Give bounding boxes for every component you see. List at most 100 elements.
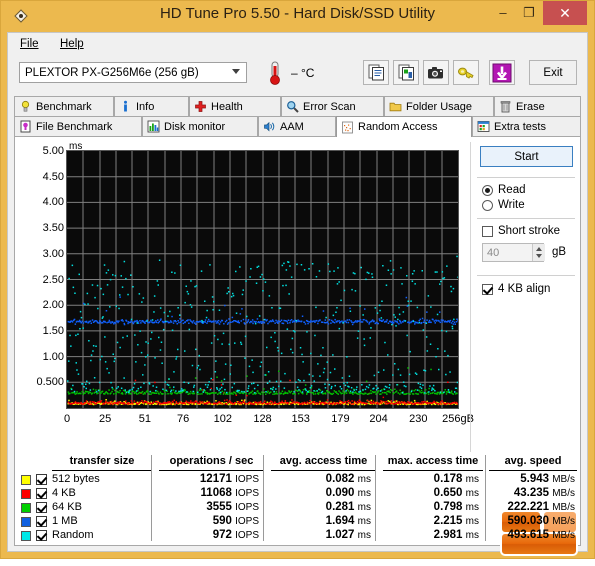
tab-row-1: Benchmark Info [14,96,581,116]
transfer-size-label: 4 KB [52,487,76,499]
series-color-swatch [21,503,31,513]
row-checkbox[interactable] [36,530,47,541]
lightbulb-icon [19,100,32,113]
x-axis-tick: 179 [331,413,349,425]
tab-random-access[interactable]: Random Access [336,116,472,137]
radio-write[interactable]: Write [482,199,525,211]
tab-health[interactable]: Health [189,96,281,116]
radio-read[interactable]: Read [482,184,526,196]
table-row[interactable]: 4 KB11068 IOPS0.090 ms0.650 ms43.235 MB/… [19,487,577,501]
x-axis-tick: 51 [139,413,151,425]
magnifier-icon [286,100,299,113]
minimize-button[interactable]: – [491,0,515,25]
scatter-plot-svg [67,151,458,408]
client-area: File Help PLEXTOR PX-G256M6e (256 gB) – … [7,32,588,552]
table-row[interactable]: 512 bytes12171 IOPS0.082 ms0.178 ms5.943… [19,473,577,487]
checkbox-short-stroke-icon [482,226,493,237]
menu-bar: File Help [8,33,587,56]
tab-info[interactable]: Info [114,96,189,116]
table-row[interactable]: Random972 IOPS1.027 ms2.981 ms493.615 MB… [19,529,577,543]
column-separator [375,455,376,541]
y-axis-labels: 5.004.504.003.503.002.502.001.501.000.50… [19,141,64,452]
row-checkbox[interactable] [36,474,47,485]
x-axis-tick: 0 [64,413,70,425]
short-stroke-stepper[interactable]: 40 [482,243,544,262]
tab-benchmark-label: Benchmark [36,101,92,113]
row-checkbox[interactable] [36,502,47,513]
chevron-down-icon [232,69,240,74]
table-row[interactable]: 64 KB3555 IOPS0.281 ms0.798 ms222.221 MB… [19,501,577,515]
close-button[interactable]: ✕ [543,0,587,25]
folder-key-icon[interactable] [453,60,479,85]
checkbox-4kb-align[interactable]: 4 KB align [482,283,550,295]
short-stroke-unit: gB [552,246,566,258]
download-icon[interactable] [489,60,515,85]
tab-extra-tests-label: Extra tests [494,121,546,133]
y-axis-tick: 1.00 [24,351,64,363]
max-access-time-value: 0.178 ms [383,473,479,485]
copy-icon[interactable] [363,60,389,85]
tab-erase[interactable]: Erase [494,96,581,116]
start-button[interactable]: Start [480,146,573,167]
y-axis-tick: 4.50 [24,171,64,183]
x-axis-labels: 0255176102128153179204230256gB [19,413,467,431]
camera-icon[interactable] [423,60,449,85]
row-checkbox[interactable] [36,488,47,499]
series-color-swatch [21,517,31,527]
column-separator [263,455,264,541]
minimize-icon: – [499,6,506,19]
tab-disk-monitor[interactable]: Disk monitor [142,116,258,136]
avg-access-time-value: 1.694 ms [271,515,371,527]
speaker-icon [263,120,276,133]
close-icon: ✕ [559,6,571,20]
avg-speed-value: 222.221 MB/s [487,501,575,513]
thermometer-icon [263,59,287,87]
radio-write-label: Write [498,199,525,211]
stepper-arrows-icon[interactable] [532,244,545,261]
tab-file-benchmark-label: File Benchmark [36,121,112,133]
tab-file-benchmark[interactable]: File Benchmark [14,116,142,136]
tab-aam[interactable]: AAM [258,116,336,136]
table-row[interactable]: 1 MB590 IOPS1.694 ms2.215 ms590.030 MB/s [19,515,577,529]
table-header-cell: max. access time [383,455,483,471]
start-button-label: Start [514,151,538,163]
checkbox-short-stroke[interactable]: Short stroke [482,225,560,237]
y-axis-tick: 2.50 [24,274,64,286]
x-axis-tick: 128 [253,413,271,425]
test-options-panel: Start Read Write Short stroke 40 [475,143,577,303]
y-axis-tick: 3.50 [24,222,64,234]
checkbox-4kb-align-label: 4 KB align [498,283,550,295]
x-axis-tick: 230 [409,413,427,425]
tab-benchmark[interactable]: Benchmark [14,96,114,116]
copy-image-icon[interactable] [393,60,419,85]
avg-access-time-value: 0.090 ms [271,487,371,499]
y-axis-tick: 5.00 [24,145,64,157]
avg-speed-value: 493.615 MB/s [487,529,575,541]
tab-error-scan-label: Error Scan [303,101,356,113]
tab-error-scan[interactable]: Error Scan [281,96,384,116]
tab-extra-tests[interactable]: Extra tests [472,116,581,136]
plot-area [66,150,459,409]
tab-disk-monitor-label: Disk monitor [164,121,225,133]
avg-access-time-value: 1.027 ms [271,529,371,541]
file-benchmark-icon [19,120,32,133]
tab-info-label: Info [136,101,154,113]
extra-tests-icon [477,120,490,133]
menu-file[interactable]: File [14,37,45,51]
radio-write-icon [482,200,493,211]
x-axis-tick: 25 [99,413,111,425]
row-checkbox[interactable] [36,516,47,527]
tab-erase-label: Erase [516,101,545,113]
x-axis-tick: 153 [291,413,309,425]
drive-select[interactable]: PLEXTOR PX-G256M6e (256 gB) [19,62,247,83]
tab-strip: Benchmark Info [14,96,581,136]
x-axis-tick: 204 [369,413,387,425]
tab-folder-usage[interactable]: Folder Usage [384,96,494,116]
maximize-button[interactable]: ❐ [517,0,541,25]
series-color-swatch [21,489,31,499]
drive-select-value: PLEXTOR PX-G256M6e (256 gB) [25,67,199,79]
y-axis-tick: 3.00 [24,248,64,260]
exit-button[interactable]: Exit [529,60,577,85]
table-header-row: transfer sizeoperations / secavg. access… [19,455,577,471]
menu-help[interactable]: Help [54,37,90,51]
